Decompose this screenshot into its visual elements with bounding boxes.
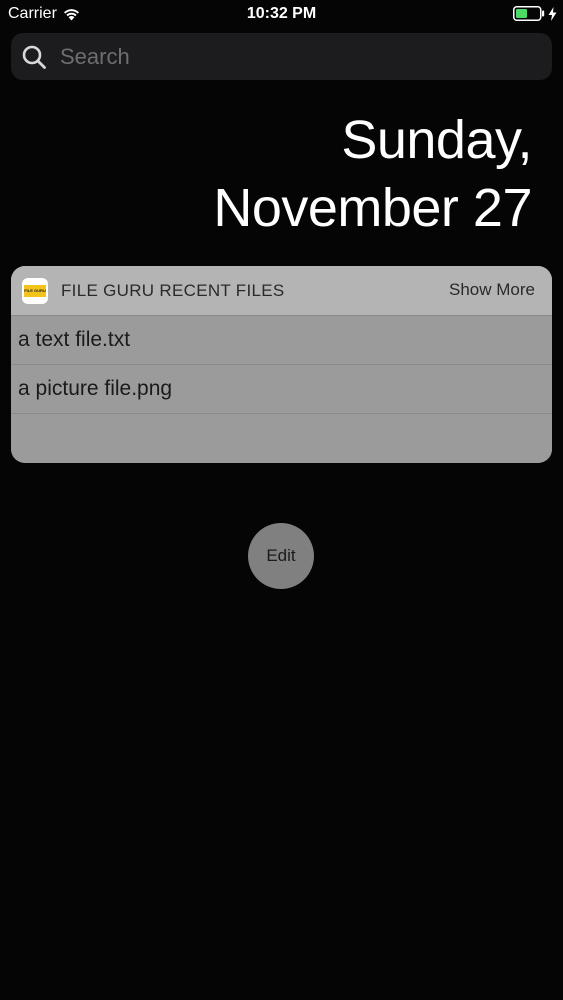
search-input[interactable]: Search bbox=[60, 44, 130, 70]
date-month-day: November 27 bbox=[213, 178, 532, 238]
status-time: 10:32 PM bbox=[246, 5, 317, 22]
widget-header: FILE GURU FILE GURU RECENT FILES Show Mo… bbox=[11, 266, 552, 315]
file-guru-widget: FILE GURU FILE GURU RECENT FILES Show Mo… bbox=[11, 266, 552, 463]
battery-indicator bbox=[513, 6, 557, 21]
search-icon bbox=[22, 45, 46, 69]
empty-row bbox=[11, 413, 552, 463]
edit-button[interactable]: Edit bbox=[248, 523, 314, 589]
file-row-1[interactable]: a picture file.png bbox=[11, 364, 552, 413]
search-bar[interactable]: Search bbox=[11, 33, 552, 80]
app-icon-logo: FILE GURU bbox=[24, 284, 46, 297]
charging-bolt-icon bbox=[548, 6, 557, 21]
status-bar: Carrier 10:32 PM bbox=[0, 0, 563, 30]
battery-charging-icon bbox=[513, 6, 545, 21]
file-name: a text file.txt bbox=[18, 328, 131, 351]
date-weekday: Sunday, bbox=[341, 110, 532, 170]
file-name: a picture file.png bbox=[18, 377, 173, 400]
file-row-0[interactable]: a text file.txt bbox=[11, 315, 552, 364]
show-more-button[interactable]: Show More bbox=[449, 280, 535, 300]
widget-title: FILE GURU RECENT FILES bbox=[61, 280, 285, 300]
date-display: Sunday, November 27 bbox=[213, 106, 532, 242]
file-guru-app-icon: FILE GURU bbox=[22, 277, 48, 304]
